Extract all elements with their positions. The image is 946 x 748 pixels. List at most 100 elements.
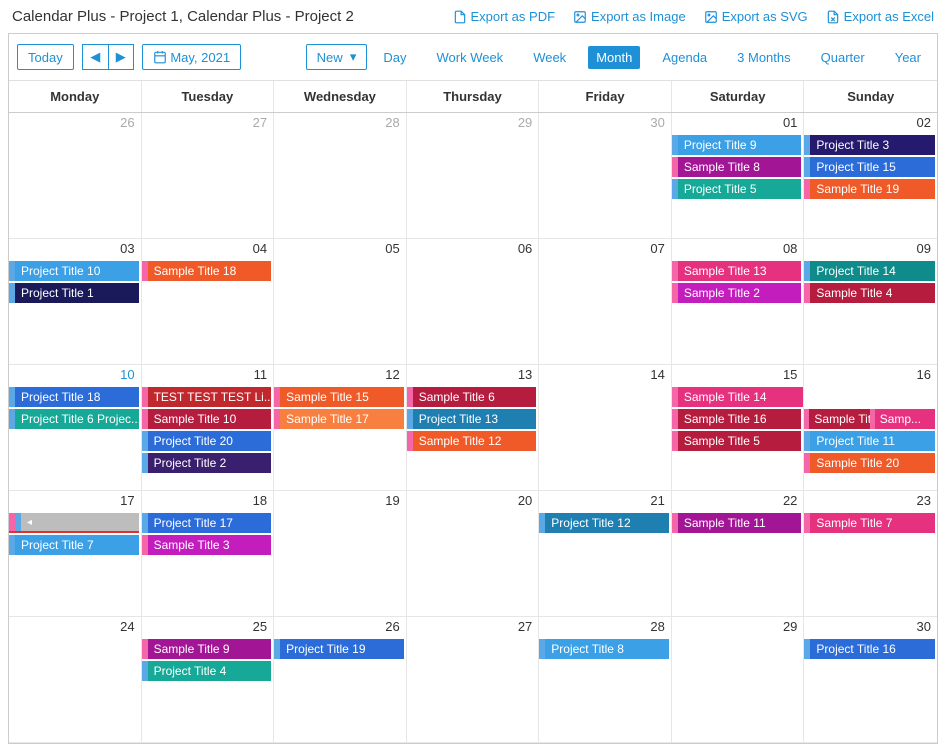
calendar-event[interactable]: Samp...	[870, 409, 935, 429]
calendar-event[interactable]: Project Title 9	[672, 135, 802, 155]
calendar-event[interactable]: Project Title 4	[142, 661, 272, 681]
view-month[interactable]: Month	[588, 46, 640, 69]
view-week[interactable]: Week	[525, 46, 574, 69]
calendar-cell[interactable]: 29	[672, 617, 805, 743]
calendar-event[interactable]: Sample Title 11	[672, 513, 802, 533]
calendar-cell[interactable]: 07	[539, 239, 672, 365]
calendar-event[interactable]: Project Title 3	[804, 135, 935, 155]
calendar-cell[interactable]: 28	[274, 113, 407, 239]
calendar-cell[interactable]: 01 Project Title 9Sample Title 8Project T…	[672, 113, 805, 239]
next-button[interactable]: ▶	[108, 44, 134, 70]
calendar-event[interactable]: Sample Title 7	[804, 513, 935, 533]
calendar-cell[interactable]: 16Sample Title 1Samp...Project Title 11S…	[804, 365, 937, 491]
calendar-event[interactable]: Sample Title 19	[804, 179, 935, 199]
calendar-event[interactable]: Sample Title 8	[672, 157, 802, 177]
calendar-cell[interactable]: 27	[142, 113, 275, 239]
calendar-event[interactable]: Sample Title 13	[672, 261, 802, 281]
calendar-cell[interactable]: 02Project Title 3Project Title 15Sample …	[804, 113, 937, 239]
calendar-cell[interactable]: 30	[539, 113, 672, 239]
calendar-event[interactable]: Sample Title 9	[142, 639, 272, 659]
calendar-cell[interactable]: 06	[407, 239, 540, 365]
view-agenda[interactable]: Agenda	[654, 46, 715, 69]
calendar-event[interactable]: Sample Title 20	[804, 453, 935, 473]
calendar-event[interactable]: Project Title 8	[539, 639, 669, 659]
calendar-cell[interactable]: 04Sample Title 18	[142, 239, 275, 365]
calendar-event[interactable]	[9, 513, 139, 533]
calendar-cell[interactable]: 20	[407, 491, 540, 617]
calendar-event[interactable]: Project Title 20	[142, 431, 272, 451]
calendar-event[interactable]: Project Title 5	[672, 179, 802, 199]
calendar-event[interactable]: Project Title 1	[9, 283, 139, 303]
view-3months[interactable]: 3 Months	[729, 46, 798, 69]
calendar-cell[interactable]: 26	[9, 113, 142, 239]
calendar-cell[interactable]: 26Project Title 19	[274, 617, 407, 743]
calendar-event[interactable]: Sample Title 10	[142, 409, 272, 429]
calendar-event[interactable]: Sample Title 17	[274, 409, 404, 429]
calendar-event[interactable]: Sample Title 18	[142, 261, 272, 281]
calendar-cell[interactable]: 28Project Title 8	[539, 617, 672, 743]
calendar-cell[interactable]: 13Sample Title 6Project Title 13Sample T…	[407, 365, 540, 491]
calendar-cell[interactable]: 15Sample Title 14Sample Title 16Sample T…	[672, 365, 805, 491]
calendar-event[interactable]: Sample Title 14	[672, 387, 805, 407]
date-number: 24	[120, 619, 134, 634]
calendar-event[interactable]: TEST TEST TEST Li...	[142, 387, 272, 407]
calendar-cell[interactable]: 29	[407, 113, 540, 239]
calendar-cell[interactable]: 08Sample Title 13Sample Title 2	[672, 239, 805, 365]
calendar-event[interactable]: Sample Title 3	[142, 535, 272, 555]
calendar-cell[interactable]: 11TEST TEST TEST Li...Sample Title 10Pro…	[142, 365, 275, 491]
calendar-cell[interactable]: 22Sample Title 11	[672, 491, 805, 617]
calendar-cell[interactable]: 21Project Title 12	[539, 491, 672, 617]
export-excel-link[interactable]: Export as Excel	[826, 9, 934, 24]
calendar-cell[interactable]: 03Project Title 10Project Title 1	[9, 239, 142, 365]
view-year[interactable]: Year	[887, 46, 929, 69]
export-svg-link[interactable]: Export as SVG	[704, 9, 808, 24]
new-button[interactable]: New ▾	[306, 44, 368, 70]
calendar-event[interactable]: Sample Title 15	[274, 387, 404, 407]
calendar-event[interactable]: Project Title 14	[804, 261, 935, 281]
calendar-cell[interactable]: 25Sample Title 9Project Title 4	[142, 617, 275, 743]
calendar-cell[interactable]: 14	[539, 365, 672, 491]
calendar-event[interactable]: Sample Title 16	[672, 409, 802, 429]
calendar-event[interactable]: Project Title 6 Projec...	[9, 409, 139, 429]
view-work-week[interactable]: Work Week	[428, 46, 511, 69]
calendar-event[interactable]: Sample Title 6	[407, 387, 537, 407]
calendar-event[interactable]: Project Title 15	[804, 157, 935, 177]
calendar-cell[interactable]: 05	[274, 239, 407, 365]
calendar-event[interactable]: Sample Title 12	[407, 431, 537, 451]
today-button[interactable]: Today	[17, 44, 74, 70]
calendar-event[interactable]: Sample Title 2	[672, 283, 802, 303]
calendar-cell[interactable]: 24	[9, 617, 142, 743]
date-number: 17	[120, 493, 134, 508]
export-pdf-link[interactable]: Export as PDF	[453, 9, 556, 24]
calendar-cell[interactable]: 12Sample Title 15Sample Title 17	[274, 365, 407, 491]
calendar-event[interactable]: Project Title 18	[9, 387, 139, 407]
calendar-event[interactable]: Project Title 19	[274, 639, 404, 659]
calendar-event[interactable]: Project Title 10	[9, 261, 139, 281]
calendar-event[interactable]: Project Title 2	[142, 453, 272, 473]
calendar-event[interactable]: Project Title 12	[539, 513, 669, 533]
calendar-cell[interactable]: 19	[274, 491, 407, 617]
calendar-event[interactable]: Project Title 13	[407, 409, 537, 429]
calendar-cell[interactable]: 10Project Title 18Project Title 6 Projec…	[9, 365, 142, 491]
calendar-cell[interactable]: 18Project Title 17Sample Title 3	[142, 491, 275, 617]
calendar-event[interactable]: Project Title 16	[804, 639, 935, 659]
calendar-event[interactable]: Project Title 17	[142, 513, 272, 533]
calendar-event[interactable]: Sample Title 5	[672, 431, 802, 451]
date-number: 01	[783, 115, 797, 130]
view-quarter[interactable]: Quarter	[813, 46, 873, 69]
prev-button[interactable]: ◀	[82, 44, 108, 70]
calendar-cell[interactable]: 09Project Title 14Sample Title 4	[804, 239, 937, 365]
date-picker-button[interactable]: May, 2021	[142, 44, 241, 70]
export-image-link[interactable]: Export as Image	[573, 9, 686, 24]
calendar-event[interactable]: Sample Title 1	[804, 409, 869, 429]
export-image-label: Export as Image	[591, 9, 686, 24]
calendar-cell[interactable]: 17 Project Title 7	[9, 491, 142, 617]
calendar-cell[interactable]: 30Project Title 16	[804, 617, 937, 743]
calendar-cell[interactable]: 27	[407, 617, 540, 743]
calendar-cell[interactable]: 23Sample Title 7	[804, 491, 937, 617]
calendar-event[interactable]: Sample Title 4	[804, 283, 935, 303]
date-number: 28	[385, 115, 399, 130]
calendar-event[interactable]: Project Title 11	[804, 431, 935, 451]
calendar-event[interactable]: Project Title 7	[9, 535, 139, 555]
view-day[interactable]: Day	[375, 46, 414, 69]
